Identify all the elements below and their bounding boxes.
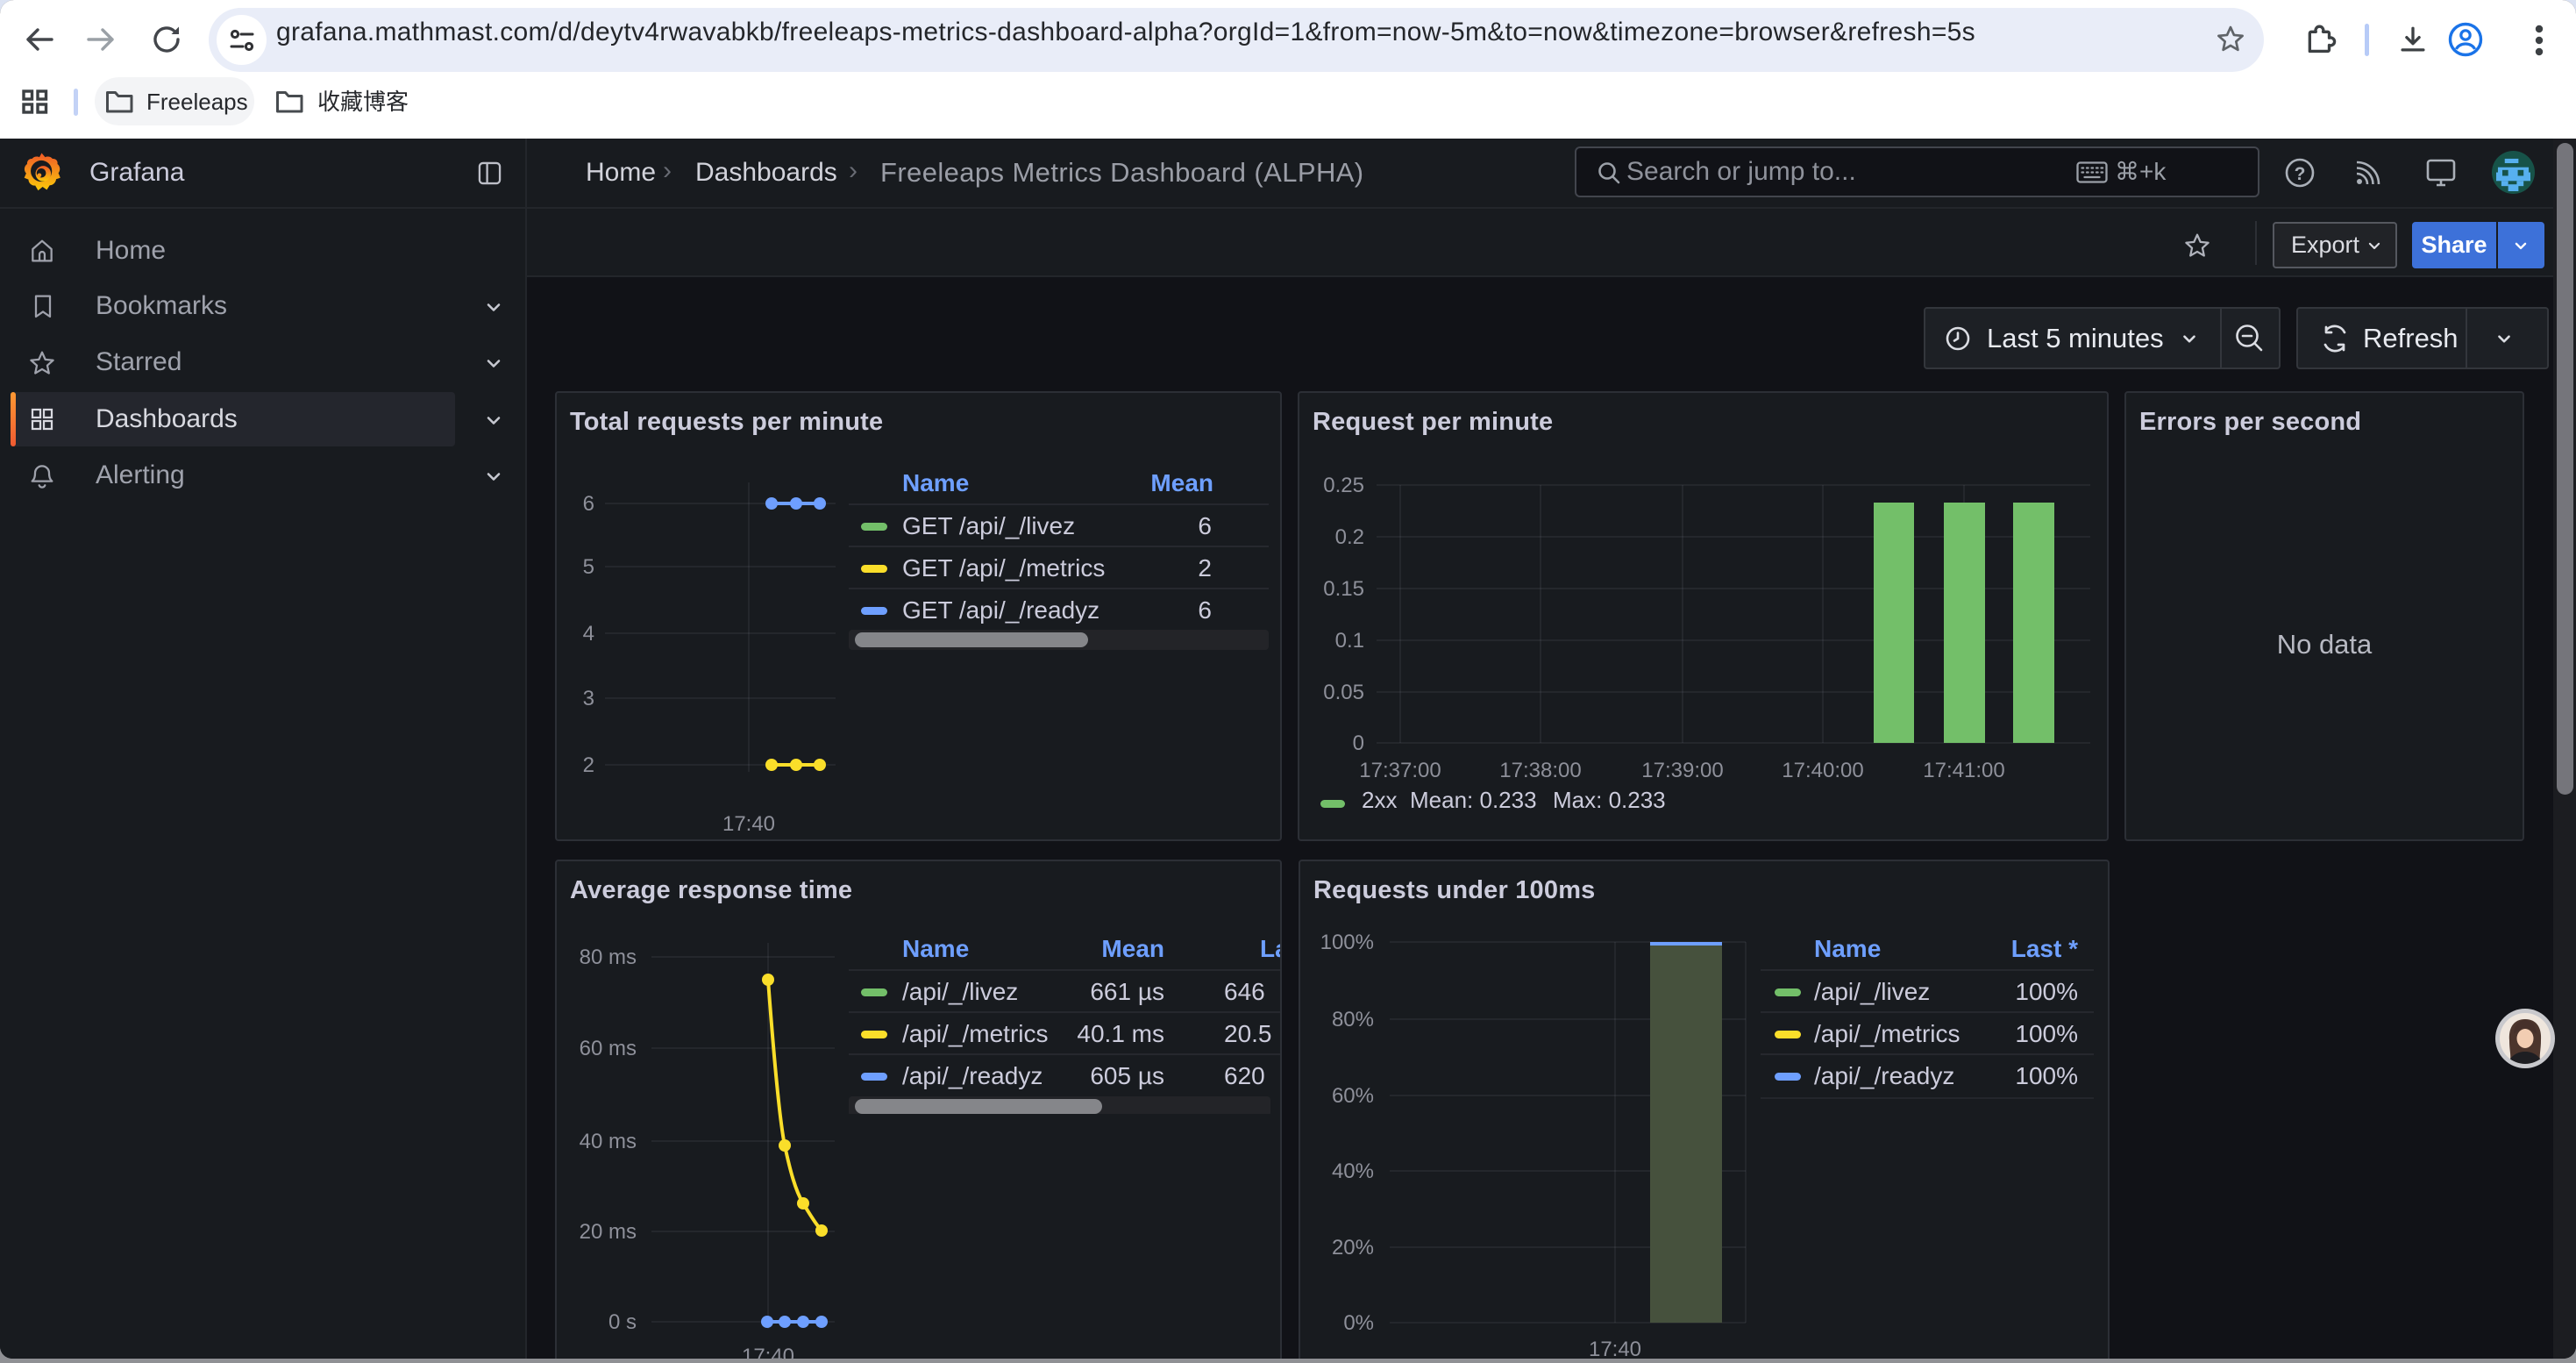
svg-text:2: 2: [583, 753, 594, 777]
svg-text:0.2: 0.2: [1335, 525, 1364, 549]
svg-text:17:38:00: 17:38:00: [1499, 759, 1581, 782]
svg-text:0.05: 0.05: [1323, 681, 1364, 704]
svg-text:80 ms: 80 ms: [580, 946, 637, 969]
svg-text:?: ?: [2295, 164, 2306, 184]
svg-text:17:40: 17:40: [1589, 1338, 1641, 1359]
svg-text:100%: 100%: [1320, 931, 1374, 954]
svg-text:60 ms: 60 ms: [580, 1037, 637, 1060]
svg-text:5: 5: [583, 555, 594, 579]
svg-text:0.1: 0.1: [1335, 629, 1364, 653]
svg-text:17:40: 17:40: [742, 1345, 794, 1359]
svg-text:17:37:00: 17:37:00: [1359, 759, 1441, 782]
svg-text:40%: 40%: [1332, 1160, 1374, 1183]
svg-text:17:40: 17:40: [722, 812, 775, 836]
svg-text:4: 4: [583, 622, 594, 646]
svg-text:20 ms: 20 ms: [580, 1220, 637, 1244]
svg-text:0.15: 0.15: [1323, 577, 1364, 601]
svg-text:0: 0: [1353, 731, 1364, 755]
svg-text:17:41:00: 17:41:00: [1923, 759, 2004, 782]
svg-text:17:39:00: 17:39:00: [1641, 759, 1723, 782]
svg-text:0.25: 0.25: [1323, 474, 1364, 497]
svg-text:60%: 60%: [1332, 1084, 1374, 1108]
svg-text:0 s: 0 s: [608, 1310, 637, 1334]
svg-text:17:40:00: 17:40:00: [1782, 759, 1863, 782]
svg-text:0%: 0%: [1343, 1311, 1374, 1335]
svg-text:40 ms: 40 ms: [580, 1130, 637, 1153]
svg-text:20%: 20%: [1332, 1236, 1374, 1260]
svg-text:3: 3: [583, 687, 594, 710]
svg-text:6: 6: [583, 492, 594, 516]
svg-text:80%: 80%: [1332, 1008, 1374, 1031]
